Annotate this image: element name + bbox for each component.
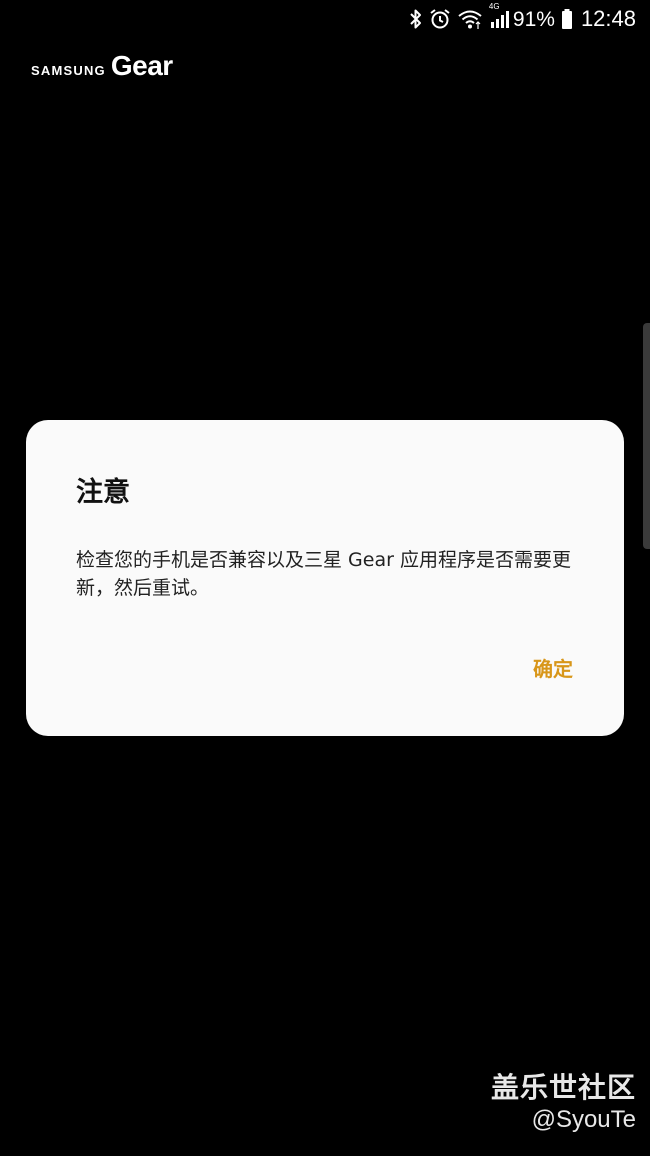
status-bar: 4G 91% 12:48 bbox=[0, 0, 650, 38]
samsung-gear-logo: SAMSUNG Gear bbox=[31, 50, 173, 82]
battery-icon bbox=[561, 8, 573, 30]
screen: 4G 91% 12:48 SAMSUNG Gear 注意 检查您的手机是否兼容以… bbox=[0, 0, 650, 1156]
dialog-message: 检查您的手机是否兼容以及三星 Gear 应用程序是否需要更新，然后重试。 bbox=[76, 549, 571, 599]
confirm-button[interactable]: 确定 bbox=[520, 650, 586, 684]
watermark-author: @SyouTe bbox=[531, 1106, 636, 1133]
battery-percent: 91% bbox=[512, 7, 555, 31]
alarm-icon bbox=[429, 8, 451, 30]
status-time: 12:48 bbox=[580, 6, 636, 31]
signal-4g-icon: 4G bbox=[489, 2, 509, 30]
watermark-community: 盖乐世社区 bbox=[490, 1071, 636, 1104]
wifi-icon bbox=[457, 8, 483, 30]
network-label: 4G bbox=[488, 2, 500, 11]
dialog-title: 注意 bbox=[76, 477, 130, 508]
logo-product: Gear bbox=[110, 50, 173, 81]
bluetooth-icon bbox=[409, 8, 423, 30]
edge-panel-handle[interactable] bbox=[643, 323, 650, 549]
logo-brand: SAMSUNG bbox=[31, 63, 106, 78]
